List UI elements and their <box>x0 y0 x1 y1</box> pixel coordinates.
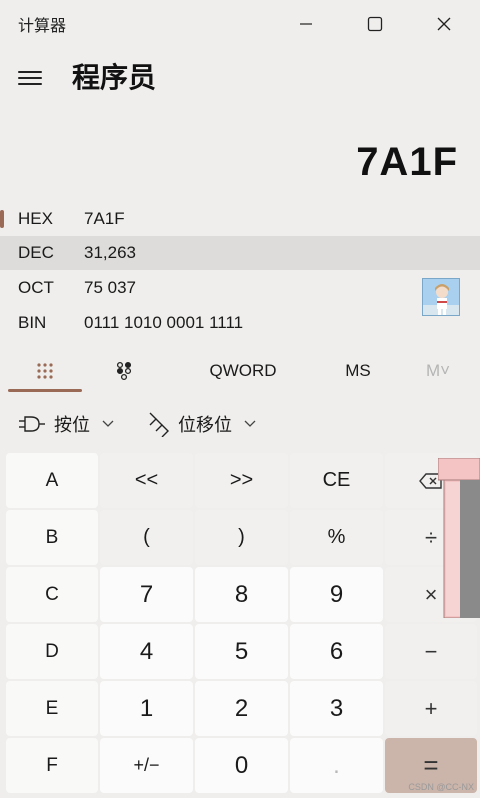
logic-gate-icon <box>19 416 45 432</box>
radix-value: 0111 1010 0001 1111 <box>84 313 244 332</box>
key-modulo[interactable]: % <box>290 510 383 565</box>
header: 程序员 <box>0 48 480 108</box>
key-4[interactable]: 4 <box>100 624 193 679</box>
bit-toggling-keypad-icon <box>116 361 132 381</box>
key-add[interactable]: + <box>385 681 477 736</box>
tab-bit-toggling[interactable] <box>100 350 148 392</box>
memory-menu-button[interactable]: M˅ <box>418 350 458 392</box>
app-title: 计算器 <box>18 16 67 35</box>
key-6[interactable]: 6 <box>290 624 383 679</box>
bitshift-icon <box>149 412 169 437</box>
bitwise-label: 按位 <box>54 415 90 436</box>
full-keypad-icon <box>37 363 53 379</box>
bitwise-dropdown[interactable]: 按位 <box>18 404 114 444</box>
bitshift-dropdown[interactable]: 位移位 <box>148 404 256 444</box>
key-close-paren[interactable]: ) <box>195 510 288 565</box>
radix-row-bin[interactable]: BIN 0111 1010 0001 1111 <box>0 306 480 340</box>
key-negate[interactable]: +/− <box>100 738 193 793</box>
key-5[interactable]: 5 <box>195 624 288 679</box>
radix-label: OCT <box>18 278 54 297</box>
user-avatar <box>422 278 460 316</box>
key-clear-entry[interactable]: CE <box>290 453 383 508</box>
key-0[interactable]: 0 <box>195 738 288 793</box>
mode-title: 程序员 <box>72 61 157 94</box>
keypad-tabs: QWORD MS M˅ <box>0 350 480 392</box>
tab-full-keypad[interactable] <box>8 350 82 392</box>
maximize-button[interactable] <box>355 8 395 40</box>
key-c[interactable]: C <box>6 567 98 622</box>
key-decimal: . <box>290 738 383 793</box>
operations-bar: 按位 位移位 <box>0 404 480 444</box>
watermark: CSDN @CC-NX <box>408 782 474 792</box>
key-e[interactable]: E <box>6 681 98 736</box>
radix-row-dec[interactable]: DEC 31,263 <box>0 236 480 270</box>
key-1[interactable]: 1 <box>100 681 193 736</box>
side-overlay-graphic <box>438 458 480 618</box>
active-tab-indicator <box>8 389 82 392</box>
key-d[interactable]: D <box>6 624 98 679</box>
bitshift-label: 位移位 <box>178 415 232 436</box>
close-icon <box>437 17 451 31</box>
hamburger-icon[interactable] <box>10 60 50 96</box>
key-9[interactable]: 9 <box>290 567 383 622</box>
title-bar: 计算器 <box>0 0 480 48</box>
radix-label: DEC <box>18 243 54 262</box>
key-rotate-left[interactable]: << <box>100 453 193 508</box>
key-8[interactable]: 8 <box>195 567 288 622</box>
radix-value: 7A1F <box>84 209 125 228</box>
key-b[interactable]: B <box>6 510 98 565</box>
key-2[interactable]: 2 <box>195 681 288 736</box>
key-7[interactable]: 7 <box>100 567 193 622</box>
radix-row-oct[interactable]: OCT 75 037 <box>0 271 480 305</box>
radix-label: BIN <box>18 313 47 332</box>
radix-row-hex[interactable]: HEX 7A1F <box>0 202 480 236</box>
radix-value: 31,263 <box>84 243 136 262</box>
minimize-icon <box>300 23 312 25</box>
keypad: A << >> CE B ( ) % ÷ C 7 8 9 × D 4 5 6 −… <box>6 453 477 795</box>
active-radix-marker <box>0 210 4 228</box>
radix-label: HEX <box>18 209 53 228</box>
close-button[interactable] <box>424 8 464 40</box>
radix-value: 75 037 <box>84 278 136 297</box>
result-display: 7A1F <box>356 140 458 184</box>
maximize-icon <box>367 16 383 32</box>
key-a[interactable]: A <box>6 453 98 508</box>
key-subtract[interactable]: − <box>385 624 477 679</box>
memory-store-button[interactable]: MS <box>334 350 382 392</box>
word-size-button[interactable]: QWORD <box>200 350 286 392</box>
key-rotate-right[interactable]: >> <box>195 453 288 508</box>
key-f[interactable]: F <box>6 738 98 793</box>
chevron-down-icon <box>244 417 256 431</box>
key-open-paren[interactable]: ( <box>100 510 193 565</box>
minimize-button[interactable] <box>286 8 326 40</box>
key-3[interactable]: 3 <box>290 681 383 736</box>
chevron-down-icon <box>102 417 114 431</box>
